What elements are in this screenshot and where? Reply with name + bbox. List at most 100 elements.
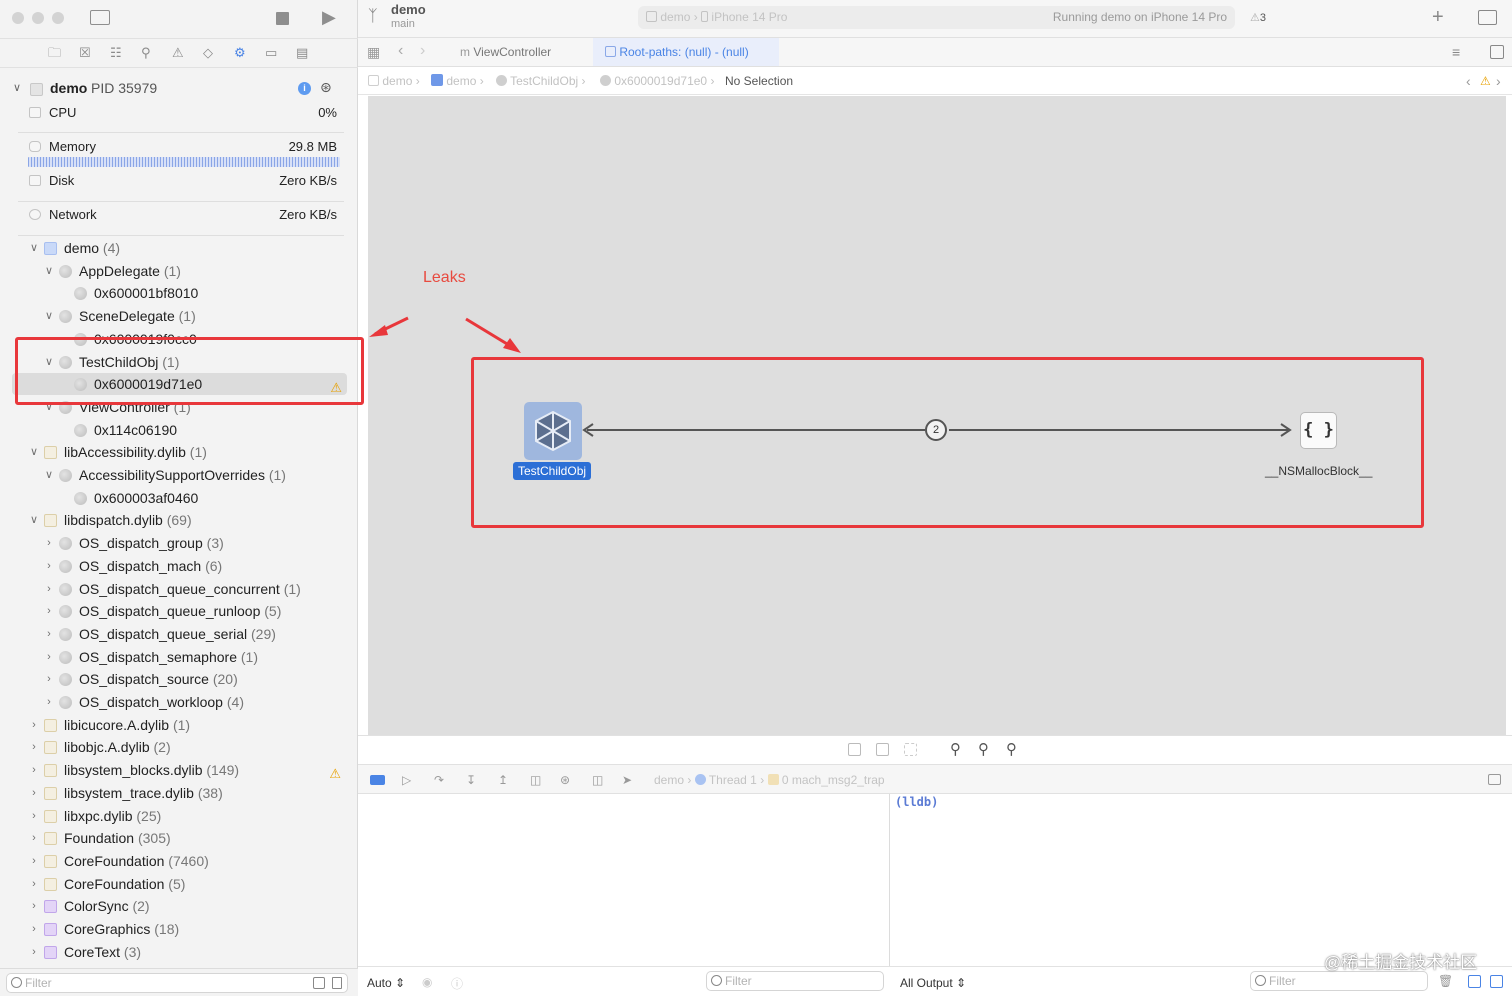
show-console-icon[interactable] (1490, 975, 1503, 988)
gauge-disk[interactable]: Disk Zero KB/s (18, 170, 344, 192)
tree-row[interactable]: ∨ libAccessibility.dylib (1) (0, 441, 358, 463)
tree-row[interactable]: › CoreText (3) (0, 941, 358, 963)
minimize-window-button[interactable] (32, 12, 44, 24)
chevron-right-icon[interactable]: › (43, 691, 55, 713)
zoom-in-icon[interactable]: ⚲ (1006, 740, 1017, 758)
stop-icon[interactable] (276, 12, 289, 25)
chevron-right-icon[interactable]: › (43, 555, 55, 577)
tree-row[interactable]: › OS_dispatch_source (20) (0, 668, 358, 690)
chevron-down-icon[interactable]: ∨ (28, 237, 40, 259)
previous-issue-icon[interactable]: ‹ (1466, 67, 1471, 95)
memory-graph-icon[interactable]: ⊛ (320, 79, 332, 96)
tree-row[interactable]: ∨ AppDelegate (1) (0, 260, 358, 282)
tree-row[interactable]: › Foundation (305) (0, 827, 358, 849)
chevron-right-icon[interactable]: › (43, 578, 55, 600)
tree-row[interactable]: › ColorSync (2) (0, 895, 358, 917)
process-header[interactable]: ∨ demo PID 35979 i ⊛ (0, 78, 358, 100)
gauge-memory[interactable]: Memory 29.8 MB (18, 136, 344, 158)
scheme-name[interactable]: demo (391, 2, 426, 17)
warning-count-badge[interactable]: ⚠3 (1250, 11, 1266, 24)
breadcrumb-item[interactable]: demo › (368, 67, 420, 95)
chevron-right-icon[interactable]: › (28, 873, 40, 895)
tree-row[interactable]: › OS_dispatch_queue_runloop (5) (0, 600, 358, 622)
chevron-down-icon[interactable]: ∨ (13, 81, 21, 94)
breadcrumb-item[interactable]: No Selection (725, 67, 793, 95)
zoom-window-button[interactable] (52, 12, 64, 24)
tree-row[interactable]: ∨ demo (4) (0, 237, 358, 259)
tree-row[interactable]: › libobjc.A.dylib (2) (0, 736, 358, 758)
split-editor-icon[interactable] (1490, 45, 1504, 59)
activity-viewer[interactable]: demo › iPhone 14 Pro Running demo on iPh… (638, 6, 1235, 29)
variables-mode-select[interactable]: Auto ⇕ (367, 976, 405, 990)
breadcrumb-item[interactable]: TestChildObj › (496, 67, 586, 95)
zoom-out-icon[interactable]: ⚲ (950, 740, 961, 758)
chevron-down-icon[interactable]: ∨ (28, 509, 40, 531)
tree-row[interactable]: › libxpc.dylib (25) (0, 805, 358, 827)
tree-row[interactable]: › libicucore.A.dylib (1) (0, 714, 358, 736)
chevron-down-icon[interactable]: ∨ (43, 464, 55, 486)
chevron-right-icon[interactable]: › (43, 668, 55, 690)
tree-row[interactable]: › OS_dispatch_queue_concurrent (1) (0, 578, 358, 600)
chevron-down-icon[interactable]: ∨ (43, 305, 55, 327)
folder-icon[interactable]: 🗀 (48, 46, 61, 60)
run-destination[interactable]: demo › iPhone 14 Pro (646, 6, 787, 29)
add-icon[interactable]: + (1432, 6, 1444, 29)
chevron-down-icon[interactable]: ∨ (43, 260, 55, 282)
warning-filter-icon[interactable] (313, 977, 325, 989)
tree-row[interactable]: › OS_dispatch_mach (6) (0, 555, 358, 577)
eye-icon[interactable]: ◉ (422, 975, 432, 989)
run-icon[interactable]: ▶ (322, 8, 336, 26)
continue-icon[interactable]: ▷ (402, 765, 411, 795)
breadcrumb-item[interactable]: demo › (431, 67, 484, 95)
symbol-icon[interactable]: ☷ (110, 46, 122, 60)
inspector-toggle-icon[interactable] (1478, 10, 1497, 25)
find-icon[interactable]: ⚲ (141, 46, 151, 60)
tree-row[interactable]: ∨ AccessibilitySupportOverrides (1) (0, 464, 358, 486)
variables-view[interactable] (358, 794, 890, 966)
forward-icon[interactable]: › (420, 42, 425, 60)
view-hierarchy-icon[interactable]: ◫ (530, 765, 541, 795)
sidebar-toggle-icon[interactable] (90, 10, 110, 25)
chevron-right-icon[interactable]: › (28, 805, 40, 827)
info-icon[interactable]: i (298, 82, 311, 95)
back-icon[interactable]: ‹ (398, 42, 403, 60)
issue-icon[interactable]: ⚠ (172, 46, 184, 60)
chevron-right-icon[interactable]: › (28, 736, 40, 758)
tree-row[interactable]: › CoreFoundation (5) (0, 873, 358, 895)
info-icon[interactable]: ⓘ (451, 975, 463, 992)
console-filter-input[interactable]: Filter (1250, 971, 1428, 991)
chevron-right-icon[interactable]: › (43, 646, 55, 668)
report-icon[interactable]: ▤ (296, 46, 308, 60)
breadcrumb-item[interactable]: 0x6000019d71e0 › (600, 67, 714, 95)
environment-icon[interactable]: ◫ (592, 765, 603, 795)
chevron-down-icon[interactable]: ∨ (28, 441, 40, 463)
gauge-cpu[interactable]: CPU 0% (18, 102, 344, 124)
chevron-right-icon[interactable]: › (28, 850, 40, 872)
fit-icon[interactable] (876, 743, 889, 756)
next-issue-icon[interactable]: › (1496, 67, 1501, 95)
step-out-icon[interactable]: ↥ (498, 765, 508, 795)
tree-row[interactable]: › OS_dispatch_group (3) (0, 532, 358, 554)
layout-icon[interactable] (848, 743, 861, 756)
trash-icon[interactable]: 🗑 (1438, 974, 1453, 988)
zoom-reset-icon[interactable]: ⚲ (978, 740, 989, 758)
step-over-icon[interactable]: ↷ (434, 765, 444, 795)
debug-navigator-icon[interactable]: ⚙ (234, 46, 246, 60)
close-window-button[interactable] (12, 12, 24, 24)
chevron-right-icon[interactable]: › (43, 532, 55, 554)
gauge-network[interactable]: Network Zero KB/s (18, 204, 344, 226)
console-view[interactable]: (lldb) (891, 794, 1512, 966)
location-icon[interactable]: ➤ (622, 765, 632, 795)
breakpoints-toggle-icon[interactable] (370, 775, 385, 785)
tree-row[interactable]: 0x114c06190 (0, 419, 358, 441)
tree-row[interactable]: ∨ SceneDelegate (1) (0, 305, 358, 327)
tree-row[interactable]: › OS_dispatch_queue_serial (29) (0, 623, 358, 645)
editor-options-icon[interactable]: ≡ (1452, 44, 1460, 60)
chevron-right-icon[interactable]: › (28, 941, 40, 963)
chevron-right-icon[interactable]: › (43, 623, 55, 645)
tree-row[interactable]: › CoreFoundation (7460) (0, 850, 358, 872)
chevron-right-icon[interactable]: › (28, 782, 40, 804)
tab-viewcontroller[interactable]: m ViewController (448, 38, 563, 66)
warning-icon[interactable]: ⚠ (1480, 67, 1491, 95)
focus-icon[interactable] (904, 743, 917, 756)
